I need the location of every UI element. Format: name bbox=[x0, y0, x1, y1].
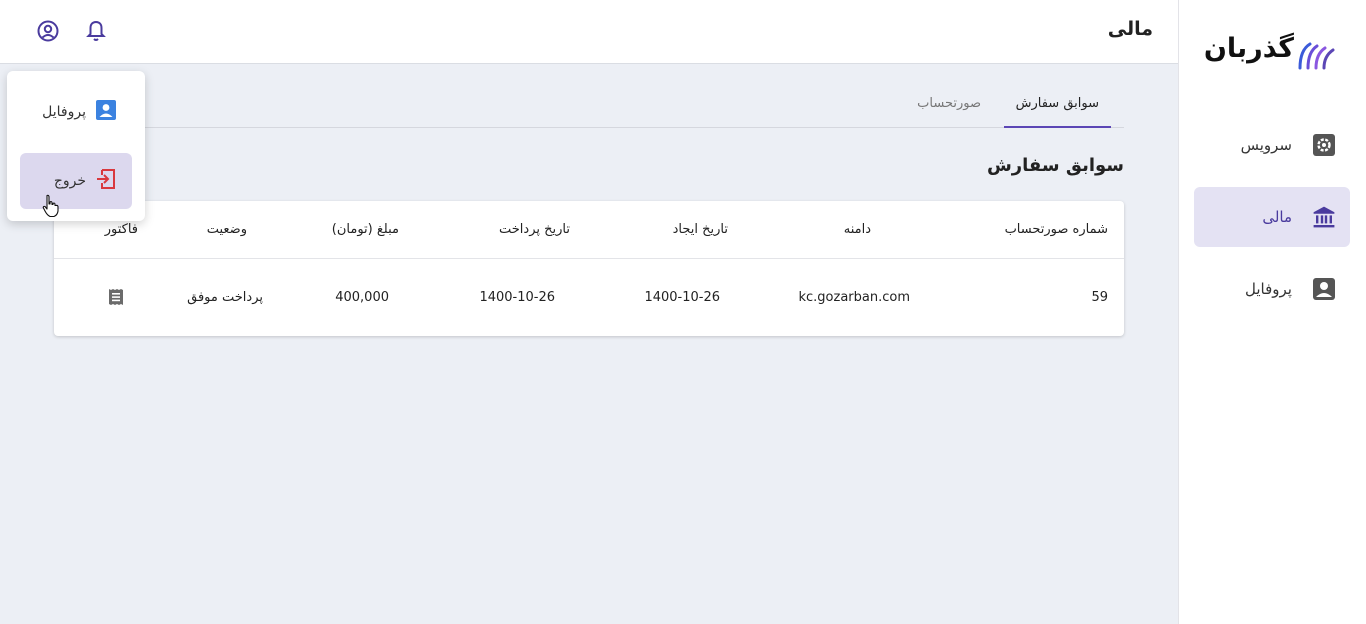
user-menu: پروفایل خروج bbox=[7, 71, 145, 221]
gear-icon bbox=[1312, 133, 1336, 157]
account-box-icon bbox=[1312, 277, 1336, 301]
section-title: سوابق سفارش bbox=[986, 155, 1124, 176]
account-box-icon bbox=[96, 100, 116, 124]
column-header: مبلغ (تومان) bbox=[331, 222, 399, 237]
sidebar-item-label: مالی bbox=[1262, 208, 1292, 226]
paid-date: 1400-10-26 bbox=[479, 289, 555, 305]
domain-cell: kc.gozarban.com bbox=[798, 289, 910, 305]
top-bar: مالی bbox=[0, 0, 1178, 64]
logo-mark-icon bbox=[1298, 42, 1335, 70]
invoice-number: 59 bbox=[1091, 289, 1108, 305]
menu-item-label: خروج bbox=[53, 173, 86, 189]
sidebar-item-service[interactable]: سرویس bbox=[1194, 115, 1350, 175]
orders-table: شماره صورتحساب دامنه تاریخ ایجاد تاریخ پ… bbox=[54, 201, 1124, 336]
amount-cell: 400,000 bbox=[335, 289, 389, 305]
column-header: شماره صورتحساب bbox=[1004, 222, 1108, 237]
menu-item-label: پروفایل bbox=[42, 104, 86, 120]
sidebar-item-label: پروفایل bbox=[1245, 280, 1292, 298]
sidebar-item-label: سرویس bbox=[1240, 136, 1292, 154]
tabs: سوابق سفارش صورتحساب bbox=[54, 80, 1124, 128]
bank-icon bbox=[1312, 205, 1336, 229]
column-header: تاریخ ایجاد bbox=[672, 222, 728, 237]
created-date: 1400-10-26 bbox=[644, 289, 720, 305]
column-header: دامنه bbox=[843, 222, 871, 237]
hand-pointer-icon bbox=[42, 194, 59, 218]
brand-logo[interactable]: گذربان bbox=[1204, 30, 1338, 80]
page-title: مالی bbox=[1107, 18, 1153, 40]
status-cell: پرداخت موفق bbox=[187, 289, 263, 305]
sidebar-item-finance[interactable]: مالی bbox=[1194, 187, 1350, 247]
receipt-icon[interactable] bbox=[108, 259, 124, 335]
table-header: شماره صورتحساب دامنه تاریخ ایجاد تاریخ پ… bbox=[54, 201, 1124, 259]
sidebar-item-profile[interactable]: پروفایل bbox=[1194, 259, 1350, 319]
logout-icon bbox=[96, 169, 116, 193]
tab-order-history[interactable]: سوابق سفارش bbox=[1003, 80, 1111, 128]
bell-icon[interactable] bbox=[84, 19, 108, 43]
column-header: تاریخ پرداخت bbox=[499, 222, 570, 237]
logo-text: گذربان bbox=[1203, 33, 1295, 64]
menu-item-profile[interactable]: پروفایل bbox=[20, 84, 132, 140]
menu-item-logout[interactable]: خروج bbox=[20, 153, 132, 209]
sidebar: گذربان سرویس مالی پروفایل bbox=[1178, 0, 1366, 624]
column-header: وضعیت bbox=[206, 222, 247, 237]
account-circle-icon[interactable] bbox=[36, 19, 60, 43]
tab-invoices[interactable]: صورتحساب bbox=[905, 80, 993, 127]
table-row: 59 kc.gozarban.com 1400-10-26 1400-10-26… bbox=[54, 259, 1124, 335]
